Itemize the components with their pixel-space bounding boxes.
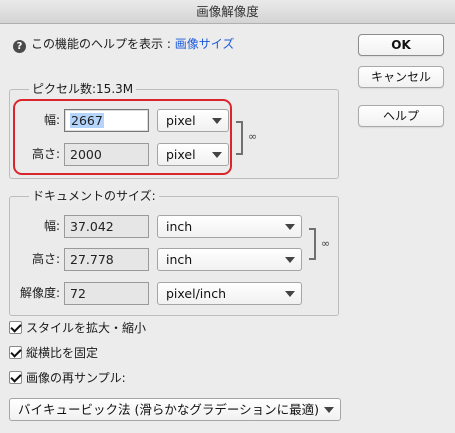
resample-method-value: バイキュービック法 (滑らかなグラデーションに最適) xyxy=(18,402,319,417)
resample-method-select[interactable]: バイキュービック法 (滑らかなグラデーションに最適) xyxy=(9,398,341,421)
help-prefix: この機能のヘルプを表示 : xyxy=(31,37,175,51)
chevron-down-icon xyxy=(285,257,295,263)
chevron-down-icon xyxy=(324,407,334,413)
scale-styles-checkbox[interactable]: スタイルを拡大・縮小 xyxy=(9,320,146,336)
constrain-proportions-label: 縦横比を固定 xyxy=(26,346,99,360)
doc-width-unit-select[interactable]: inch xyxy=(157,215,302,238)
chain-link-icon[interactable]: ∞ xyxy=(248,131,257,143)
doc-width-input[interactable]: 37.042 xyxy=(64,215,149,238)
help-line: ? この機能のヘルプを表示 : 画像サイズ xyxy=(13,35,234,53)
resample-label: 画像の再サンプル: xyxy=(26,371,126,385)
question-icon: ? xyxy=(13,40,26,53)
constrain-proportions-checkbox[interactable]: 縦横比を固定 xyxy=(9,345,98,361)
doc-width-unit: inch xyxy=(166,219,193,234)
cancel-button[interactable]: キャンセル xyxy=(358,66,444,88)
doc-link-bracket xyxy=(309,228,316,260)
doc-height-unit-select[interactable]: inch xyxy=(157,248,302,271)
ok-button[interactable]: OK xyxy=(358,34,444,56)
chevron-down-icon xyxy=(285,224,295,230)
document-size-legend: ドキュメントのサイズ: xyxy=(29,189,159,203)
scale-styles-label: スタイルを拡大・縮小 xyxy=(26,321,147,335)
resolution-label: 解像度: xyxy=(19,286,60,300)
help-link-image-size[interactable]: 画像サイズ xyxy=(175,37,235,51)
pixel-dimensions-legend: ピクセル数:15.3M xyxy=(29,82,137,96)
highlight-annotation xyxy=(13,99,232,175)
chain-link-icon[interactable]: ∞ xyxy=(321,238,330,250)
window-title: 画像解像度 xyxy=(0,0,455,24)
doc-height-unit: inch xyxy=(166,252,193,267)
chevron-down-icon xyxy=(285,291,295,297)
resolution-unit: pixel/inch xyxy=(166,286,226,301)
doc-height-label: 高さ: xyxy=(31,252,60,266)
doc-width-label: 幅: xyxy=(43,219,60,233)
checkmark-icon xyxy=(9,346,22,359)
doc-height-input[interactable]: 27.778 xyxy=(64,248,149,271)
resolution-input[interactable]: 72 xyxy=(64,282,149,305)
pixel-link-bracket xyxy=(236,121,243,155)
help-button[interactable]: ヘルプ xyxy=(358,105,444,127)
checkmark-icon xyxy=(9,371,22,384)
resample-checkbox[interactable]: 画像の再サンプル: xyxy=(9,370,126,386)
checkmark-icon xyxy=(9,321,22,334)
resolution-unit-select[interactable]: pixel/inch xyxy=(157,282,302,305)
